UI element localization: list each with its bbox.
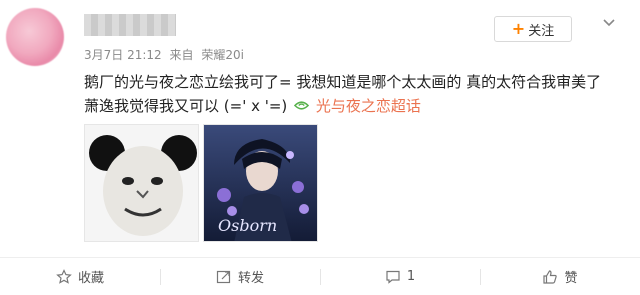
post-text-line-1: 鹅厂的光与夜之恋立绘我可了= 我想知道是哪个太太画的 真的太符合我审美了 bbox=[84, 73, 602, 91]
repost-label: 转发 bbox=[237, 271, 264, 286]
chevron-down-icon[interactable] bbox=[602, 16, 616, 30]
comment-count: 1 bbox=[406, 269, 416, 284]
source-prefix: 来自 bbox=[169, 48, 194, 62]
avatar[interactable] bbox=[6, 8, 64, 66]
comment-icon bbox=[386, 270, 400, 284]
post-text-line-2-body: 萧逸我觉得我又可以 (=' x '=) bbox=[84, 97, 288, 115]
repost-button[interactable]: 转发 bbox=[160, 258, 320, 295]
favorite-button[interactable]: 收藏 bbox=[0, 258, 160, 295]
topic-icon bbox=[294, 101, 310, 110]
panda-meme-image bbox=[85, 125, 198, 241]
plus-icon: + bbox=[511, 19, 526, 38]
post-text-line-2: 萧逸我觉得我又可以 (=' x '=) 光与夜之恋超话 bbox=[84, 94, 614, 118]
source-device[interactable]: 荣耀20i bbox=[201, 48, 244, 62]
weibo-post-card: 3月7日 21:12 来自 荣耀20i + 关注 鹅厂的光与夜之恋立绘我可了= … bbox=[0, 0, 640, 295]
action-bar: 收藏 转发 1 赞 bbox=[0, 257, 640, 295]
follow-button[interactable]: + 关注 bbox=[494, 16, 572, 42]
username-blurred[interactable] bbox=[84, 14, 176, 36]
topic-link[interactable]: 光与夜之恋超话 bbox=[316, 97, 421, 115]
post-text: 鹅厂的光与夜之恋立绘我可了= 我想知道是哪个太太画的 真的太符合我审美了 萧逸我… bbox=[84, 70, 614, 118]
like-icon bbox=[543, 269, 558, 284]
follow-label: 关注 bbox=[528, 23, 555, 39]
post-time[interactable]: 3月7日 21:12 bbox=[84, 48, 162, 62]
star-icon bbox=[56, 268, 72, 284]
post-meta: 3月7日 21:12 来自 荣耀20i bbox=[84, 46, 248, 63]
repost-icon bbox=[216, 270, 231, 283]
like-button[interactable]: 赞 bbox=[480, 258, 640, 295]
like-label: 赞 bbox=[564, 271, 578, 286]
post-image-1[interactable] bbox=[84, 124, 199, 242]
post-image-2[interactable]: Osborn bbox=[203, 124, 318, 242]
image-signature: Osborn bbox=[218, 216, 278, 235]
favorite-label: 收藏 bbox=[77, 271, 104, 286]
comment-button[interactable]: 1 bbox=[320, 258, 480, 295]
